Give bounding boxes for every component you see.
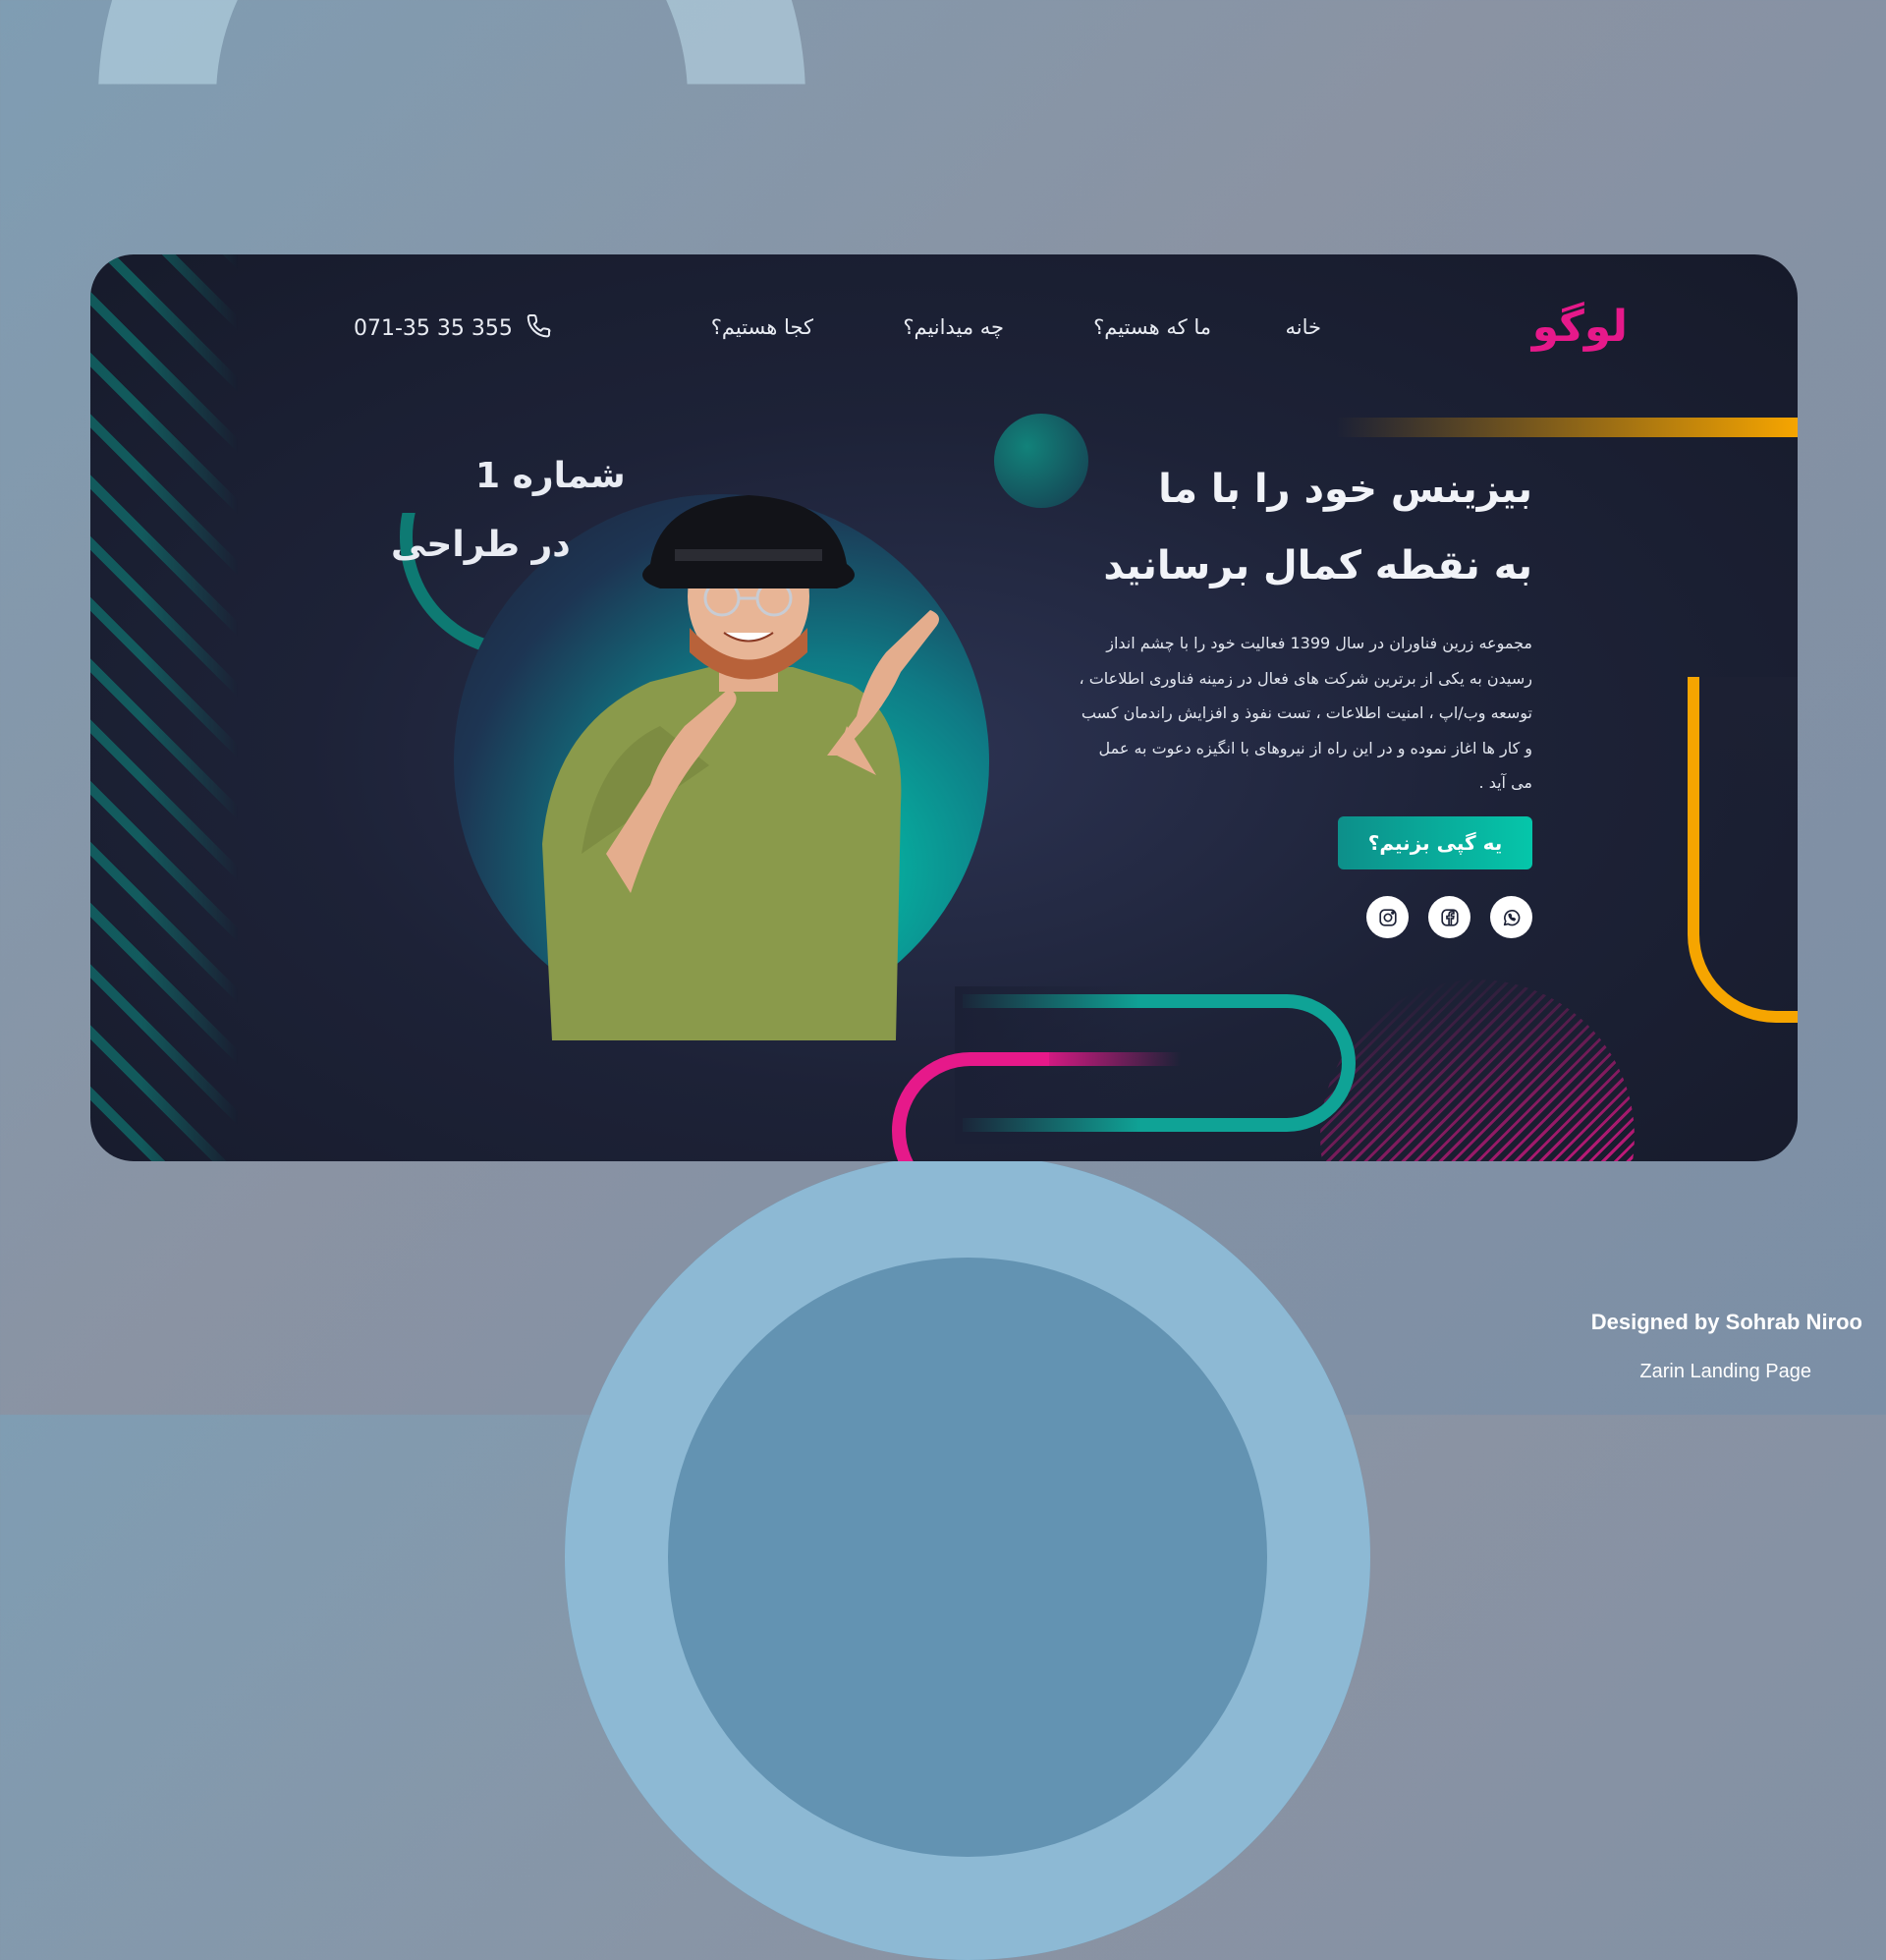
background-ring-bottom (565, 1154, 1370, 1960)
whatsapp-icon[interactable] (1490, 896, 1532, 938)
nav-item-about[interactable]: ما که هستیم؟ (1093, 315, 1211, 339)
logo[interactable]: لوگو (1451, 302, 1628, 352)
credit-title: Zarin Landing Page (1639, 1361, 1811, 1382)
hero-headline: بیزینس خود را با ما به نقطه کمال برسانید (845, 451, 1532, 604)
hero-tagline-line1: شماره 1 (475, 456, 626, 496)
chat-cta-button[interactable]: یه گپی بزنیم؟ (1338, 816, 1532, 869)
social-links (1366, 896, 1532, 938)
facebook-icon[interactable] (1428, 896, 1470, 938)
nav-item-skills[interactable]: چه میدانیم؟ (903, 315, 1004, 339)
credit-author: Designed by Sohrab Niroo (1590, 1310, 1862, 1334)
description-line: مجموعه زرین فناوران در سال 1399 فعالیت خ… (1106, 634, 1532, 652)
headline-line2: به نقطه کمال برسانید (1103, 543, 1532, 588)
description-line: توسعه وب/اپ ، امنیت اطلاعات ، تست نفوذ و… (1081, 703, 1532, 722)
decorative-striped-circle (1320, 980, 1635, 1161)
hero-tagline-line2: در طراحی (391, 525, 571, 565)
landing-page-card: لوگو خانه ما که هستیم؟ چه میدانیم؟ کجا ه… (90, 254, 1798, 1161)
hero-description: مجموعه زرین فناوران در سال 1399 فعالیت خ… (1066, 626, 1532, 801)
decorative-pink-tail (1033, 1052, 1181, 1066)
decorative-orange-fade (1699, 677, 1798, 814)
decorative-stripes (90, 254, 238, 1161)
description-line: رسیدن به یکی از برترین شرکت های فعال در … (1079, 668, 1532, 688)
phone-icon (525, 310, 554, 346)
description-line: می آید . (1478, 773, 1532, 792)
nav-item-home[interactable]: خانه (1286, 315, 1321, 339)
phone-contact[interactable]: 071-35 35 355 (354, 310, 554, 346)
description-line: و کار ها اغاز نموده و در این راه از نیرو… (1098, 738, 1532, 757)
headline-line1: بیزینس خود را با ما (1158, 467, 1532, 512)
phone-number: 071-35 35 355 (354, 315, 513, 341)
nav-item-location[interactable]: کجا هستیم؟ (711, 315, 813, 339)
decorative-orange-bar (1336, 418, 1798, 437)
instagram-icon[interactable] (1366, 896, 1409, 938)
